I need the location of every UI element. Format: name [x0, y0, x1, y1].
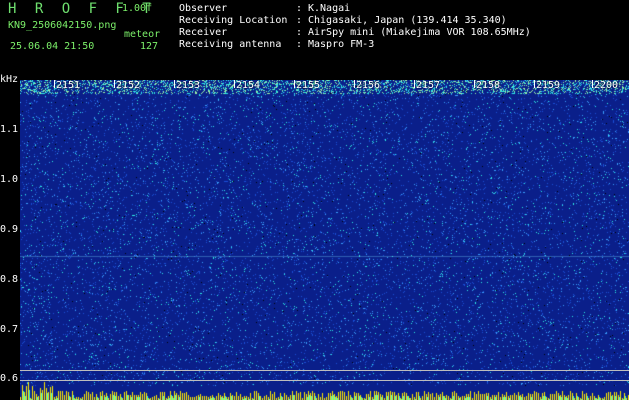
antenna-label: Receiving antenna — [179, 39, 282, 50]
x-tick-2156: 2156 — [353, 80, 381, 91]
y-tick-0-6: 0.6 — [0, 373, 19, 384]
x-tick-2158: 2158 — [473, 80, 501, 91]
x-tick-2152: 2152 — [113, 80, 141, 91]
version-label: 1.00f — [122, 3, 153, 14]
observer-value: K.Nagai — [308, 3, 351, 14]
receiver-label: Receiver — [179, 27, 228, 38]
header-panel: H R O F F T 1.00f KN9_2506042150.png met… — [0, 0, 629, 78]
reference-line-upper — [20, 370, 629, 371]
x-tick-2155: 2155 — [293, 80, 321, 91]
x-axis-ticks: 2151 2152 2153 2154 2155 2156 2157 2158 … — [0, 80, 629, 94]
spectrogram-panel — [20, 80, 629, 400]
location-colon: : — [296, 15, 303, 26]
x-tick-2159: 2159 — [533, 80, 561, 91]
observer-label: Observer — [179, 3, 228, 14]
x-tick-2154: 2154 — [233, 80, 261, 91]
antenna-colon: : — [296, 39, 303, 50]
y-tick-0-7: 0.7 — [0, 324, 19, 335]
y-tick-1-0: 1.0 — [0, 174, 19, 185]
reference-line-lower — [20, 380, 629, 381]
meteor-label: meteor — [124, 29, 161, 40]
datetime-label: 25.06.04 21:50 — [10, 41, 95, 52]
y-tick-0-9: 0.9 — [0, 224, 19, 235]
receiver-value: AirSpy mini (Miakejima VOR 108.65MHz) — [308, 27, 531, 38]
location-label: Receiving Location — [179, 15, 288, 26]
antenna-value: Maspro FM-3 — [308, 39, 375, 50]
x-tick-2157: 2157 — [413, 80, 441, 91]
y-tick-1-1: 1.1 — [0, 124, 19, 135]
meteor-count: 127 — [140, 41, 159, 52]
observer-colon: : — [296, 3, 303, 14]
receiver-colon: : — [296, 27, 303, 38]
filename-label: KN9_2506042150.png — [8, 20, 117, 31]
x-tick-2200: 2200 — [591, 80, 619, 91]
y-tick-0-8: 0.8 — [0, 274, 19, 285]
x-tick-2151: 2151 — [53, 80, 81, 91]
x-tick-2153: 2153 — [173, 80, 201, 91]
location-value: Chigasaki, Japan (139.414 35.340) — [308, 15, 507, 26]
spectrogram-canvas — [20, 80, 629, 400]
